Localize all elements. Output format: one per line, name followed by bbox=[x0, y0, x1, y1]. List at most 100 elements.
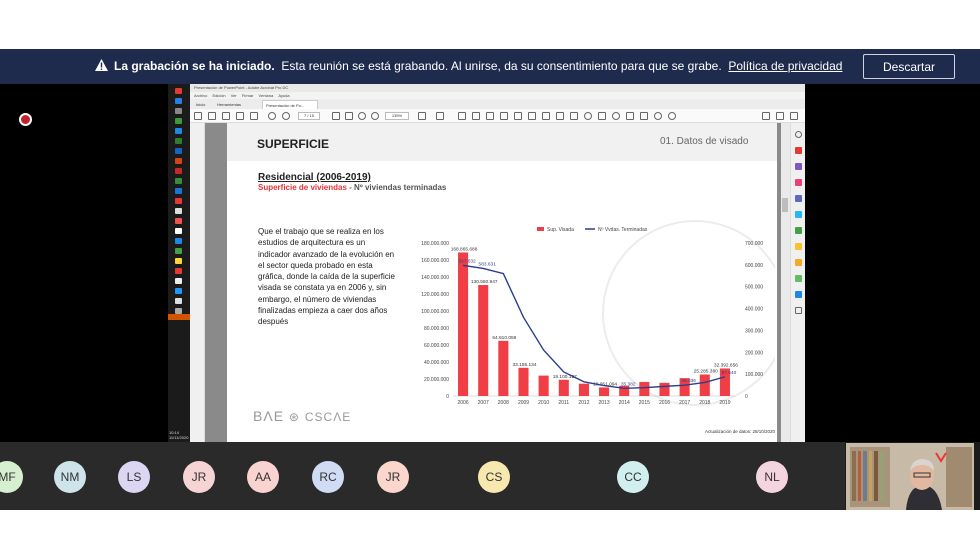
hand-icon[interactable] bbox=[345, 112, 353, 120]
taskbar-app-icon[interactable] bbox=[175, 218, 182, 224]
text-box-icon[interactable] bbox=[528, 112, 536, 120]
participant-avatar[interactable]: CC bbox=[617, 461, 649, 493]
taskbar-app-icon[interactable] bbox=[175, 258, 182, 264]
taskbar-app-icon[interactable] bbox=[175, 128, 182, 134]
taskbar-app-icon[interactable] bbox=[175, 208, 182, 214]
zoom-out-icon[interactable] bbox=[358, 112, 366, 120]
participant-avatar[interactable]: AA bbox=[247, 461, 279, 493]
dismiss-button[interactable]: Descartar bbox=[863, 54, 955, 79]
compress-icon[interactable] bbox=[795, 243, 802, 250]
menu-archivo[interactable]: Archivo bbox=[194, 93, 207, 98]
pdf-export-icon[interactable] bbox=[795, 147, 802, 154]
rectangle-icon[interactable] bbox=[598, 112, 606, 120]
edit-pdf-icon[interactable] bbox=[795, 163, 802, 170]
menu-firmar[interactable]: Firmar bbox=[242, 93, 254, 98]
page-indicator[interactable]: 7 / 15 bbox=[298, 112, 320, 120]
page-fit-icon[interactable] bbox=[418, 112, 426, 120]
print-production-icon[interactable] bbox=[795, 275, 802, 282]
taskbar-app-icon[interactable] bbox=[175, 148, 182, 154]
create-icon[interactable] bbox=[194, 112, 202, 120]
highlight-icon[interactable] bbox=[472, 112, 480, 120]
comment-icon[interactable] bbox=[458, 112, 466, 120]
line-icon[interactable] bbox=[640, 112, 648, 120]
zoom-select[interactable]: 135% bbox=[385, 112, 409, 120]
zoom-icon[interactable] bbox=[795, 131, 802, 138]
x-tick-label: 2015 bbox=[639, 400, 650, 406]
redo-icon[interactable] bbox=[668, 112, 676, 120]
menu-ver[interactable]: Ver bbox=[231, 93, 237, 98]
taskbar-app-icon[interactable] bbox=[175, 138, 182, 144]
eraser-icon[interactable] bbox=[500, 112, 508, 120]
taskbar-app-icon[interactable] bbox=[175, 158, 182, 164]
star-icon[interactable] bbox=[208, 112, 216, 120]
zoom-in-icon[interactable] bbox=[371, 112, 379, 120]
taskbar-app-icon[interactable] bbox=[175, 268, 182, 274]
windows-start-icon[interactable] bbox=[175, 88, 182, 94]
page-up-icon[interactable] bbox=[268, 112, 276, 120]
taskbar-app-icon[interactable] bbox=[175, 228, 182, 234]
privacy-policy-link[interactable]: Política de privacidad bbox=[728, 59, 842, 73]
search-icon[interactable] bbox=[250, 112, 258, 120]
menu-ventana[interactable]: Ventana bbox=[259, 93, 274, 98]
taskbar-app-icon[interactable] bbox=[175, 248, 182, 254]
share-icon[interactable] bbox=[790, 112, 798, 120]
bar bbox=[538, 375, 549, 396]
participant-avatar[interactable]: NM bbox=[54, 461, 86, 493]
fill-sign-icon[interactable] bbox=[795, 195, 802, 202]
participant-avatar[interactable]: CS bbox=[478, 461, 510, 493]
participant-avatar[interactable]: LS bbox=[118, 461, 150, 493]
taskbar-app-icon[interactable] bbox=[175, 278, 182, 284]
link-icon[interactable] bbox=[556, 112, 564, 120]
scroll-mode-icon[interactable] bbox=[436, 112, 444, 120]
print-icon[interactable] bbox=[236, 112, 244, 120]
taskbar-app-icon[interactable] bbox=[175, 198, 182, 204]
shape-icon[interactable] bbox=[584, 112, 592, 120]
organize-icon[interactable] bbox=[795, 211, 802, 218]
taskbar-app-icon[interactable] bbox=[175, 118, 182, 124]
y-right-tick-label: 400.000 bbox=[745, 307, 763, 313]
pen-icon[interactable] bbox=[486, 112, 494, 120]
undo-icon[interactable] bbox=[654, 112, 662, 120]
taskbar-app-icon[interactable] bbox=[175, 188, 182, 194]
text-icon[interactable] bbox=[514, 112, 522, 120]
participant-avatar[interactable]: RC bbox=[312, 461, 344, 493]
participant-avatar[interactable]: JR bbox=[377, 461, 409, 493]
email-icon[interactable] bbox=[776, 112, 784, 120]
sign-icon[interactable] bbox=[762, 112, 770, 120]
draw-icon[interactable] bbox=[570, 112, 578, 120]
page-down-icon[interactable] bbox=[282, 112, 290, 120]
more-tools-icon[interactable] bbox=[795, 307, 802, 314]
stamp-icon[interactable] bbox=[542, 112, 550, 120]
tab-inicio[interactable]: Inicio bbox=[193, 100, 208, 109]
arrow-icon[interactable] bbox=[626, 112, 634, 120]
scan-icon[interactable] bbox=[795, 227, 802, 234]
taskbar-date: 11/11/2020 bbox=[169, 435, 189, 440]
tab-document[interactable]: Presentación de Po... bbox=[262, 100, 318, 109]
taskbar-app-icon[interactable] bbox=[175, 168, 182, 174]
active-app-icon[interactable] bbox=[168, 314, 190, 320]
tab-herramientas[interactable]: Herramientas bbox=[214, 100, 244, 109]
x-tick-label: 2011 bbox=[558, 400, 569, 406]
taskbar-app-icon[interactable] bbox=[175, 288, 182, 294]
circle-icon[interactable] bbox=[612, 112, 620, 120]
x-tick-label: 2018 bbox=[699, 400, 710, 406]
upload-icon[interactable] bbox=[222, 112, 230, 120]
participant-video[interactable] bbox=[846, 443, 974, 510]
protect-icon[interactable] bbox=[795, 259, 802, 266]
shared-screen: 10:14 11/11/2020 Presentación de PowerPo… bbox=[168, 84, 805, 442]
participant-avatar[interactable]: JR bbox=[183, 461, 215, 493]
scrollbar-thumb[interactable] bbox=[782, 198, 788, 212]
participant-avatar[interactable]: NL bbox=[756, 461, 788, 493]
y-left-tick-label: 120.000.000 bbox=[421, 292, 449, 298]
menu-ayuda[interactable]: Ayuda bbox=[278, 93, 289, 98]
taskbar-app-icon[interactable] bbox=[175, 238, 182, 244]
menu-edicion[interactable]: Edición bbox=[212, 93, 225, 98]
taskbar-app-icon[interactable] bbox=[175, 298, 182, 304]
cursor-icon[interactable] bbox=[332, 112, 340, 120]
vertical-scrollbar[interactable] bbox=[781, 123, 790, 442]
taskbar-app-icon[interactable] bbox=[175, 178, 182, 184]
comment-tool-icon[interactable] bbox=[795, 179, 802, 186]
taskbar-app-icon[interactable] bbox=[175, 98, 182, 104]
taskbar-app-icon[interactable] bbox=[175, 108, 182, 114]
shield-icon[interactable] bbox=[795, 291, 802, 298]
